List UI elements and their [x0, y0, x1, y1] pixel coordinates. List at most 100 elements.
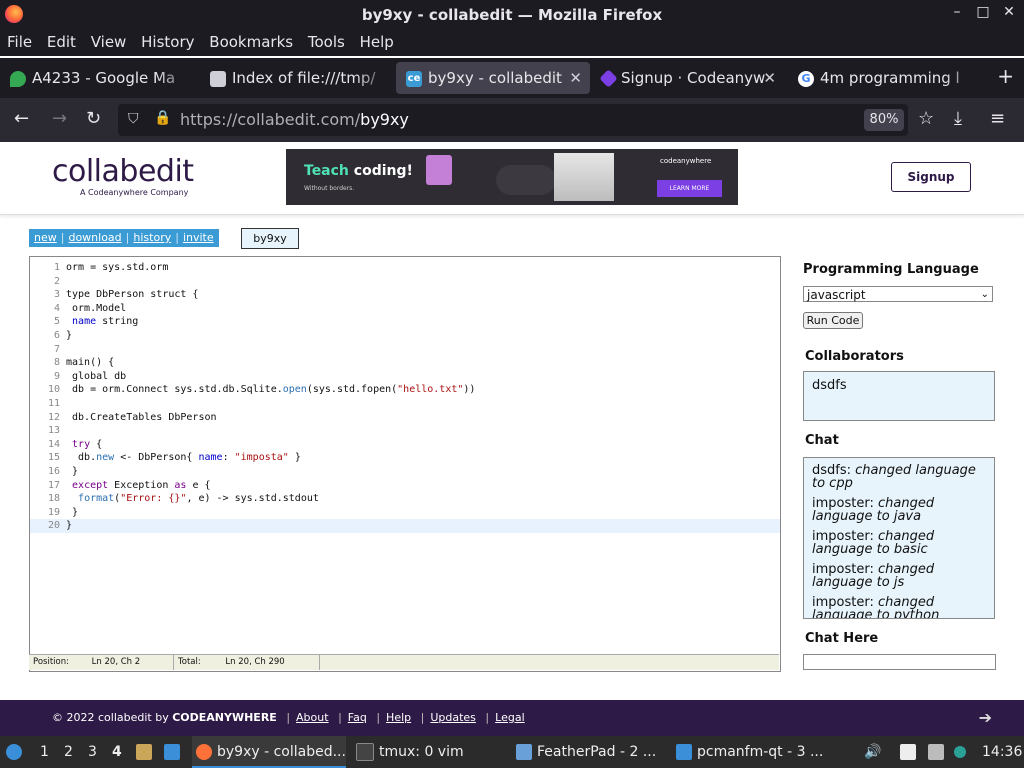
- lock-icon[interactable]: 🔒: [154, 110, 171, 126]
- about-link[interactable]: About: [296, 711, 329, 724]
- new-tab-button[interactable]: +: [997, 64, 1014, 88]
- file-icon: [210, 70, 226, 87]
- menu-history[interactable]: History: [141, 30, 194, 51]
- code-line[interactable]: 18 format("Error: {}", e) -> sys.std.std…: [30, 492, 780, 506]
- network-icon[interactable]: [928, 736, 949, 768]
- file-manager-launcher-icon[interactable]: [136, 736, 157, 768]
- code-line[interactable]: 2: [30, 275, 780, 289]
- close-window-button[interactable]: ✕: [1000, 4, 1018, 20]
- info-icon[interactable]: [954, 736, 971, 768]
- menu-view[interactable]: View: [91, 30, 127, 51]
- help-link[interactable]: Help: [386, 711, 411, 724]
- code-line[interactable]: 12 db.CreateTables DbPerson: [30, 411, 780, 425]
- code-line[interactable]: 20}: [30, 519, 780, 533]
- code-line[interactable]: 3 type DbPerson struct {: [30, 288, 780, 302]
- chat-here-heading: Chat Here: [805, 631, 879, 646]
- code-line[interactable]: 19 }: [30, 506, 780, 520]
- zoom-indicator[interactable]: 80%: [864, 109, 904, 131]
- legal-link[interactable]: Legal: [495, 711, 524, 724]
- url-text[interactable]: https://collabedit.com/by9xy: [180, 110, 409, 129]
- menu-bookmarks[interactable]: Bookmarks: [209, 30, 293, 51]
- line-number: 12: [47, 411, 60, 423]
- code-line[interactable]: 1 orm = sys.std.orm: [30, 261, 780, 275]
- line-number: 15: [47, 452, 60, 464]
- code-line[interactable]: 17 except Exception as e {: [30, 479, 780, 493]
- taskbar-featherpad[interactable]: FeatherPad - 2 ...: [516, 736, 666, 768]
- workspace-3[interactable]: 3: [88, 736, 97, 768]
- code-line[interactable]: 8 main() {: [30, 356, 780, 370]
- close-tab-icon[interactable]: ✕: [569, 62, 582, 94]
- tab-collabedit[interactable]: ce by9xy - collabedit ✕: [396, 62, 590, 94]
- taskbar-tmux[interactable]: tmux: 0 vim: [356, 736, 506, 768]
- tab-google-search[interactable]: G 4m programming l: [788, 62, 984, 94]
- code-line[interactable]: 7: [30, 343, 780, 357]
- shield-icon[interactable]: ⛉: [128, 111, 139, 127]
- bookmark-star-icon[interactable]: ☆: [918, 108, 934, 129]
- learn-more-button[interactable]: LEARN MORE: [657, 180, 722, 197]
- volume-icon[interactable]: 🔊: [864, 736, 881, 768]
- code-area[interactable]: 1 orm = sys.std.orm 2 3 type DbPerson struct…: [30, 261, 780, 533]
- code-line[interactable]: 5 name string: [30, 315, 780, 329]
- tab-label: 4m programming l: [820, 69, 960, 87]
- workspace-4[interactable]: 4: [112, 736, 122, 768]
- code-line[interactable]: 16 }: [30, 465, 780, 479]
- collaborator-name: dsdfs: [812, 378, 847, 393]
- tab-label: Signup · Codeanyw: [621, 69, 766, 87]
- menu-help[interactable]: Help: [360, 30, 394, 51]
- tab-file-index[interactable]: Index of file:///tmp/: [200, 62, 394, 94]
- start-menu-icon[interactable]: [6, 736, 27, 768]
- minimize-button[interactable]: –: [948, 4, 966, 20]
- workspace-1[interactable]: 1: [40, 736, 49, 768]
- menu-file[interactable]: File: [7, 30, 32, 51]
- code-editor[interactable]: 1 orm = sys.std.orm 2 3 type DbPerson struct…: [29, 256, 781, 672]
- code-line[interactable]: 10 db = orm.Connect sys.std.db.Sqlite.op…: [30, 383, 780, 397]
- maximize-button[interactable]: □: [974, 4, 992, 20]
- download-link[interactable]: download: [68, 231, 121, 244]
- code-line[interactable]: 4 orm.Model: [30, 302, 780, 316]
- position-label: Position:: [33, 657, 69, 667]
- codeanywhere-brand[interactable]: CODEANYWHERE: [172, 711, 277, 724]
- desktop-icon[interactable]: [164, 736, 185, 768]
- download-icon[interactable]: ⤓: [954, 108, 962, 129]
- close-tab-icon[interactable]: ✕: [763, 62, 776, 94]
- menu-tools[interactable]: Tools: [308, 30, 345, 51]
- back-button[interactable]: ←: [14, 108, 29, 129]
- new-link[interactable]: new: [34, 231, 57, 244]
- collabedit-logo[interactable]: collabedit A Codeanywhere Company: [52, 156, 194, 198]
- code-line[interactable]: 13: [30, 424, 780, 438]
- line-number: 3: [53, 289, 60, 301]
- updates-link[interactable]: Updates: [430, 711, 476, 724]
- history-link[interactable]: history: [133, 231, 171, 244]
- code-line[interactable]: 11: [30, 397, 780, 411]
- hamburger-menu-icon[interactable]: ≡: [990, 108, 1005, 129]
- invite-link[interactable]: invite: [183, 231, 214, 244]
- code-line[interactable]: 14 try {: [30, 438, 780, 452]
- taskbar-firefox[interactable]: by9xy - collabed...: [192, 736, 346, 768]
- ad-banner[interactable]: Teach coding! Without borders. codeanywh…: [286, 149, 738, 205]
- tab-codeanywhere-signup[interactable]: Signup · Codeanyw ✕: [592, 62, 784, 94]
- language-select[interactable]: javascript ⌄: [803, 286, 993, 302]
- url-bar[interactable]: ⛉ 🔒 https://collabedit.com/by9xy 80% ☆: [118, 104, 934, 136]
- code-line[interactable]: 6}: [30, 329, 780, 343]
- tab-google-maps[interactable]: A4233 - Google Ma: [0, 62, 196, 94]
- site-header: collabedit A Codeanywhere Company Teach …: [0, 142, 1024, 215]
- line-number: 6: [53, 329, 60, 341]
- collabedit-icon: ce: [406, 70, 422, 87]
- editor-statusbar: Position: Ln 20, Ch 2 Total: Ln 20, Ch 2…: [29, 654, 779, 670]
- workspace-2[interactable]: 2: [64, 736, 73, 768]
- run-code-button[interactable]: Run Code: [803, 312, 863, 329]
- clipboard-icon[interactable]: [900, 736, 921, 768]
- reload-button[interactable]: ↻: [86, 108, 101, 129]
- faq-link[interactable]: Faq: [348, 711, 367, 724]
- arrow-right-icon[interactable]: ➔: [979, 708, 992, 727]
- chat-log[interactable]: dsdfs: changed language to cpp imposter:…: [803, 457, 995, 619]
- chat-input[interactable]: [803, 654, 996, 670]
- code-line[interactable]: 9 global db: [30, 370, 780, 384]
- terminal-icon: [356, 743, 374, 761]
- code-line[interactable]: 15 db.new <- DbPerson{ name: "imposta" }: [30, 451, 780, 465]
- signup-button[interactable]: Signup: [891, 162, 971, 192]
- taskbar-pcmanfm[interactable]: pcmanfm-qt - 3 ...: [676, 736, 826, 768]
- forward-button[interactable]: →: [52, 108, 67, 129]
- menu-edit[interactable]: Edit: [47, 30, 76, 51]
- collaborators-panel: dsdfs: [803, 371, 995, 421]
